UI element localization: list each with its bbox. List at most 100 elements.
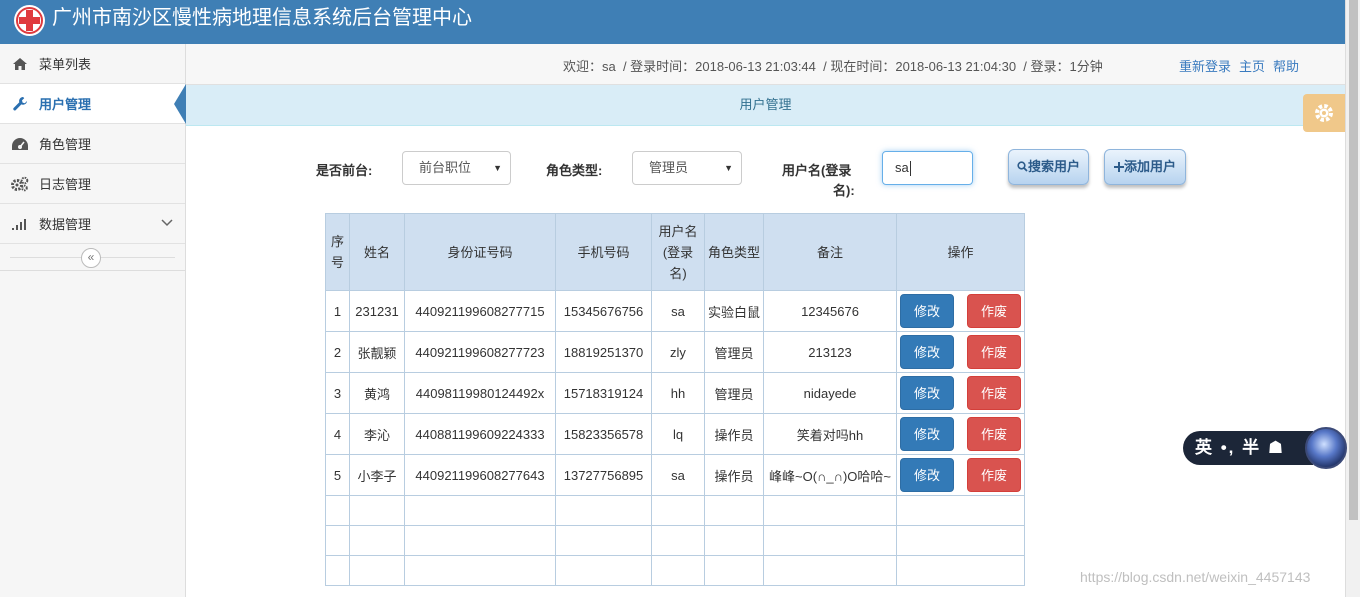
cell-actions: 修改 作废 (896, 372, 1025, 414)
cell-role: 实验白鼠 (704, 290, 764, 332)
caret-down-icon: ▼ (493, 163, 502, 173)
username-input-value: sa (895, 160, 909, 175)
sidebar-item-label: 用户管理 (39, 97, 92, 112)
cell-username: sa (651, 454, 705, 496)
role-type-select[interactable]: 管理员 ▼ (632, 151, 742, 185)
table-row: 2 张靓颖 440921199608277723 18819251370 zly… (325, 331, 1025, 373)
delete-button[interactable]: 作废 (967, 294, 1021, 328)
delete-button[interactable]: 作废 (967, 458, 1021, 492)
ime-toolbar[interactable]: 英 •, 半 ☗ (1183, 427, 1347, 469)
cell-role: 操作员 (704, 413, 764, 455)
username-label-line1: 用户名(登录 (782, 163, 852, 178)
sidebar-item-label: 菜单列表 (39, 57, 92, 72)
red-cross-logo-icon (14, 5, 45, 36)
delete-button[interactable]: 作废 (967, 376, 1021, 410)
scrollbar-thumb[interactable] (1349, 0, 1358, 520)
username-input[interactable]: sa (882, 151, 973, 185)
cell-actions: 修改 作废 (896, 290, 1025, 332)
dashboard-icon (10, 136, 30, 152)
column-header-name: 姓名 (349, 213, 405, 291)
cell-actions: 修改 作废 (896, 454, 1025, 496)
cell-name: 张靓颖 (349, 331, 405, 373)
cell-name: 231231 (349, 290, 405, 332)
column-header-actions: 操作 (896, 213, 1025, 291)
cell-phone: 15718319124 (555, 372, 652, 414)
delete-button[interactable]: 作废 (967, 335, 1021, 369)
cell-name: 小李子 (349, 454, 405, 496)
add-user-label: 添加用户 (1123, 159, 1176, 174)
cell-phone: 15823356578 (555, 413, 652, 455)
home-link[interactable]: 主页 (1239, 59, 1265, 74)
plus-icon (1113, 162, 1124, 172)
search-user-button[interactable]: 搜索用户 (1008, 149, 1089, 185)
cell-username: hh (651, 372, 705, 414)
column-header-phone: 手机号码 (555, 213, 652, 291)
table-row: 3 黄鸿 44098119980124492x 15718319124 hh 管… (325, 372, 1025, 414)
column-header-username: 用户名(登录名) (651, 213, 705, 291)
table-row: 5 小李子 440921199608277643 13727756895 sa … (325, 454, 1025, 496)
search-icon (1017, 161, 1028, 172)
cell-index: 5 (325, 454, 350, 496)
wrench-icon (10, 96, 30, 112)
column-header-remark: 备注 (763, 213, 897, 291)
login-status-text: 欢迎：sa / 登录时间：2018-06-13 21:03:44 / 现在时间：… (563, 59, 1103, 74)
collapse-sidebar-button[interactable]: « (81, 248, 101, 268)
sidebar-item-label: 日志管理 (39, 177, 92, 192)
ime-status-text: 英 •, 半 ☗ (1183, 431, 1313, 465)
relogin-link[interactable]: 重新登录 (1179, 59, 1231, 74)
caret-down-icon: ▼ (724, 163, 733, 173)
front-desk-select[interactable]: 前台职位 ▼ (402, 151, 511, 185)
signal-icon (10, 216, 30, 232)
edit-button[interactable]: 修改 (900, 417, 954, 451)
edit-button[interactable]: 修改 (900, 294, 954, 328)
settings-button[interactable] (1303, 94, 1345, 132)
cell-name: 李沁 (349, 413, 405, 455)
sidebar-collapse-row: « (0, 244, 185, 271)
cell-remark: 12345676 (763, 290, 897, 332)
add-user-button[interactable]: 添加用户 (1104, 149, 1186, 185)
edit-button[interactable]: 修改 (900, 376, 954, 410)
cell-index: 3 (325, 372, 350, 414)
cell-id-card: 440881199609224333 (404, 413, 556, 455)
cell-remark: 笑着对吗hh (763, 413, 897, 455)
sidebar: 菜单列表 用户管理 角色管理 日志管理 数据管理 « (0, 44, 186, 597)
sidebar-item-menu-list[interactable]: 菜单列表 (0, 44, 185, 84)
empty-table-row (325, 525, 1025, 556)
sidebar-item-log-management[interactable]: 日志管理 (0, 164, 185, 204)
top-bar: 广州市南沙区慢性病地理信息系统后台管理中心 (0, 0, 1345, 44)
cell-phone: 18819251370 (555, 331, 652, 373)
empty-table-row (325, 495, 1025, 526)
search-user-label: 搜索用户 (1027, 159, 1080, 174)
sidebar-item-data-management[interactable]: 数据管理 (0, 204, 185, 244)
cell-phone: 15345676756 (555, 290, 652, 332)
sidebar-item-label: 数据管理 (39, 217, 92, 232)
cell-username: lq (651, 413, 705, 455)
scrollbar[interactable] (1345, 0, 1360, 597)
column-header-index: 序号 (325, 213, 350, 291)
ime-avatar-icon[interactable] (1305, 427, 1347, 469)
cell-index: 1 (325, 290, 350, 332)
cell-name: 黄鸿 (349, 372, 405, 414)
table-header-row: 序号 姓名 身份证号码 手机号码 用户名(登录名) 角色类型 备注 操作 (325, 213, 1025, 291)
status-links: 重新登录 主页 帮助 (1179, 56, 1307, 75)
delete-button[interactable]: 作废 (967, 417, 1021, 451)
empty-table-row (325, 555, 1025, 586)
cell-id-card: 440921199608277715 (404, 290, 556, 332)
cell-remark: 峰峰~O(∩_∩)O哈哈~ (763, 454, 897, 496)
username-label-line2: 名): (833, 183, 855, 198)
cell-role: 管理员 (704, 331, 764, 373)
home-icon (10, 56, 30, 72)
sidebar-item-role-management[interactable]: 角色管理 (0, 124, 185, 164)
column-header-role: 角色类型 (704, 213, 764, 291)
column-header-id-card: 身份证号码 (404, 213, 556, 291)
cell-role: 管理员 (704, 372, 764, 414)
cell-index: 4 (325, 413, 350, 455)
edit-button[interactable]: 修改 (900, 458, 954, 492)
cell-id-card: 440921199608277643 (404, 454, 556, 496)
help-link[interactable]: 帮助 (1273, 59, 1299, 74)
edit-button[interactable]: 修改 (900, 335, 954, 369)
sidebar-item-label: 角色管理 (39, 137, 92, 152)
front-desk-select-value: 前台职位 (419, 160, 472, 175)
sidebar-item-user-management[interactable]: 用户管理 (0, 84, 186, 124)
front-desk-label: 是否前台: (316, 163, 373, 178)
